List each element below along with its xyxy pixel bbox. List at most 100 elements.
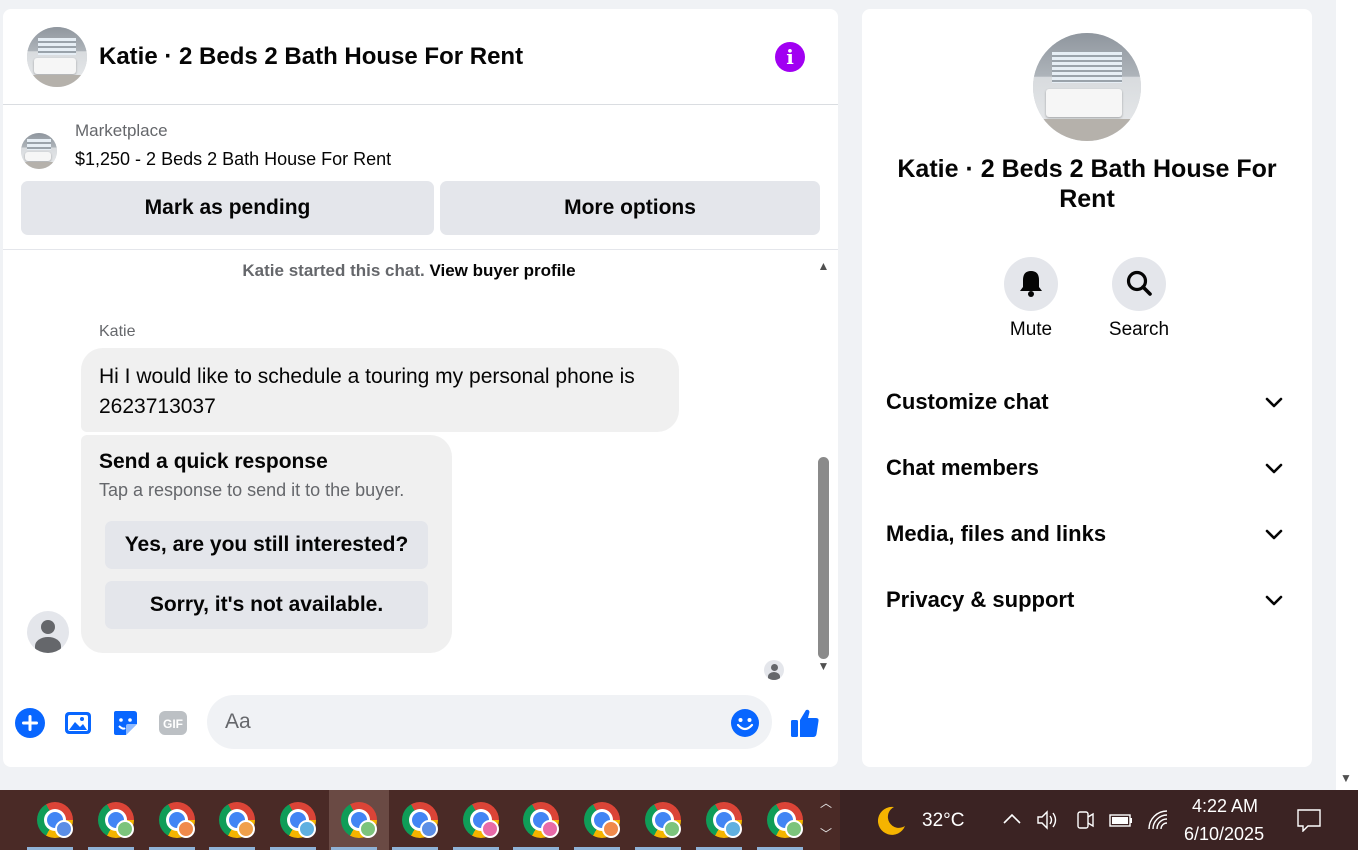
profile-badge-icon	[602, 820, 621, 838]
moon-icon[interactable]	[874, 804, 908, 838]
chat-header: Katie · 2 Beds 2 Bath House For Rent i	[3, 9, 838, 105]
clock-time[interactable]: 4:22 AM	[1192, 796, 1258, 817]
gif-icon[interactable]: GIF	[157, 707, 189, 739]
profile-badge-icon	[541, 820, 560, 838]
search-button[interactable]	[1112, 257, 1166, 311]
info-title: Katie · 2 Beds 2 Bath House For Rent	[897, 155, 1277, 213]
profile-badge-icon	[237, 820, 256, 838]
quick-response-subtitle: Tap a response to send it to the buyer.	[99, 480, 405, 500]
taskbar-chrome-window[interactable]	[86, 790, 146, 850]
page-scrollbar[interactable]: ▼	[1336, 0, 1358, 790]
volume-icon[interactable]	[1036, 809, 1060, 831]
scroll-thumb[interactable]	[818, 457, 829, 659]
listing-source-label: Marketplace	[75, 121, 168, 140]
wifi-icon[interactable]	[1146, 808, 1170, 832]
privacy-support-section[interactable]: Privacy & support	[862, 575, 1312, 625]
chat-title[interactable]: Katie · 2 Beds 2 Bath House For Rent	[99, 43, 523, 71]
scroll-down-arrow-icon[interactable]: ▼	[815, 659, 832, 673]
chevron-down-icon	[1265, 595, 1283, 606]
thumbs-up-icon[interactable]	[788, 706, 822, 740]
chat-info-panel: Katie · 2 Beds 2 Bath House For Rent Mut…	[862, 9, 1312, 767]
page-scroll-down-arrow-icon[interactable]: ▼	[1340, 771, 1352, 785]
profile-badge-icon	[298, 820, 317, 838]
scroll-up-arrow-icon[interactable]: ▲	[815, 259, 832, 273]
profile-badge-icon	[480, 820, 499, 838]
message-input[interactable]	[207, 695, 772, 749]
profile-badge-icon	[784, 820, 803, 838]
taskbar-chrome-window[interactable]	[511, 790, 571, 850]
emoji-icon[interactable]	[730, 708, 760, 738]
sender-avatar[interactable]	[27, 611, 69, 653]
sticker-icon[interactable]	[109, 707, 141, 739]
listing-banner: Marketplace $1,250 - 2 Beds 2 Bath House…	[3, 106, 838, 250]
gif-label: GIF	[163, 717, 183, 731]
taskbar-chrome-window[interactable]	[25, 790, 85, 850]
chevron-down-icon	[1265, 529, 1283, 540]
mute-label: Mute	[1009, 319, 1053, 340]
chat-panel: Katie · 2 Beds 2 Bath House For Rent i M…	[3, 9, 838, 767]
profile-badge-icon	[723, 820, 742, 838]
taskbar-chrome-window[interactable]	[329, 790, 389, 850]
notifications-icon[interactable]	[1296, 808, 1322, 832]
battery-icon[interactable]	[1108, 811, 1134, 829]
more-options-button[interactable]: More options	[440, 181, 820, 235]
profile-badge-icon	[419, 820, 438, 838]
quick-response-card: Send a quick response Tap a response to …	[81, 435, 452, 653]
taskbar-up-arrow-icon[interactable]: ︿	[815, 794, 837, 811]
clock-date[interactable]: 6/10/2025	[1184, 824, 1264, 845]
chevron-down-icon	[1265, 397, 1283, 408]
message-thread: Katie started this chat. View buyer prof…	[3, 251, 838, 681]
media-files-links-section[interactable]: Media, files and links	[862, 509, 1312, 559]
listing-avatar[interactable]	[27, 27, 87, 87]
sender-name: Katie	[99, 323, 136, 340]
info-icon[interactable]: i	[775, 42, 805, 72]
meet-now-icon[interactable]	[1074, 809, 1096, 831]
chat-members-section[interactable]: Chat members	[862, 443, 1312, 493]
taskbar-chrome-window[interactable]	[147, 790, 207, 850]
windows-taskbar: ︿ ﹀ 32°C 4:22 AM 6/10/2025	[0, 790, 1358, 850]
profile-badge-icon	[359, 820, 377, 838]
taskbar-chrome-window[interactable]	[451, 790, 511, 850]
seen-receipt-avatar	[764, 660, 784, 680]
photo-icon[interactable]	[62, 707, 94, 739]
quick-response-option[interactable]: Yes, are you still interested?	[105, 521, 428, 569]
chevron-up-icon[interactable]	[1002, 812, 1022, 826]
chat-started-notice: Katie started this chat. View buyer prof…	[3, 261, 815, 281]
thread-scrollbar[interactable]: ▲ ▼	[815, 259, 832, 677]
system-tray: 32°C 4:22 AM 6/10/2025	[840, 790, 1358, 850]
taskbar-chrome-window[interactable]	[207, 790, 267, 850]
taskbar-chrome-window[interactable]	[694, 790, 754, 850]
taskbar-chrome-window[interactable]	[390, 790, 450, 850]
weather-temperature[interactable]: 32°C	[922, 810, 964, 832]
taskbar-chrome-window[interactable]	[268, 790, 328, 850]
profile-badge-icon	[55, 820, 73, 838]
profile-badge-icon	[663, 820, 681, 838]
section-label: Privacy & support	[886, 587, 1075, 612]
message-bubble: Hi I would like to schedule a touring my…	[81, 348, 679, 432]
search-icon	[1126, 270, 1152, 296]
message-composer: GIF	[3, 689, 838, 759]
taskbar-scroll-arrows[interactable]: ︿ ﹀	[815, 794, 837, 846]
mark-pending-button[interactable]: Mark as pending	[21, 181, 434, 235]
customize-chat-section[interactable]: Customize chat	[862, 377, 1312, 427]
quick-response-option[interactable]: Sorry, it's not available.	[105, 581, 428, 629]
mute-button[interactable]	[1004, 257, 1058, 311]
info-avatar[interactable]	[1033, 33, 1141, 141]
listing-price-title[interactable]: $1,250 - 2 Beds 2 Bath House For Rent	[75, 149, 391, 170]
taskbar-apps: ︿ ﹀	[0, 790, 840, 850]
chevron-down-icon	[1265, 463, 1283, 474]
bell-icon	[1020, 271, 1042, 297]
section-label: Customize chat	[886, 389, 1049, 414]
listing-thumbnail[interactable]	[21, 133, 57, 169]
taskbar-down-arrow-icon[interactable]: ﹀	[815, 825, 837, 842]
view-buyer-profile-link[interactable]: View buyer profile	[429, 261, 575, 280]
taskbar-chrome-window[interactable]	[755, 790, 815, 850]
taskbar-chrome-window[interactable]	[633, 790, 693, 850]
taskbar-chrome-window[interactable]	[572, 790, 632, 850]
chat-started-text: Katie started this chat.	[242, 261, 425, 280]
section-label: Chat members	[886, 455, 1039, 480]
profile-badge-icon	[115, 820, 134, 838]
plus-icon[interactable]	[14, 707, 46, 739]
profile-badge-icon	[176, 820, 195, 838]
quick-response-title: Send a quick response	[99, 450, 328, 473]
